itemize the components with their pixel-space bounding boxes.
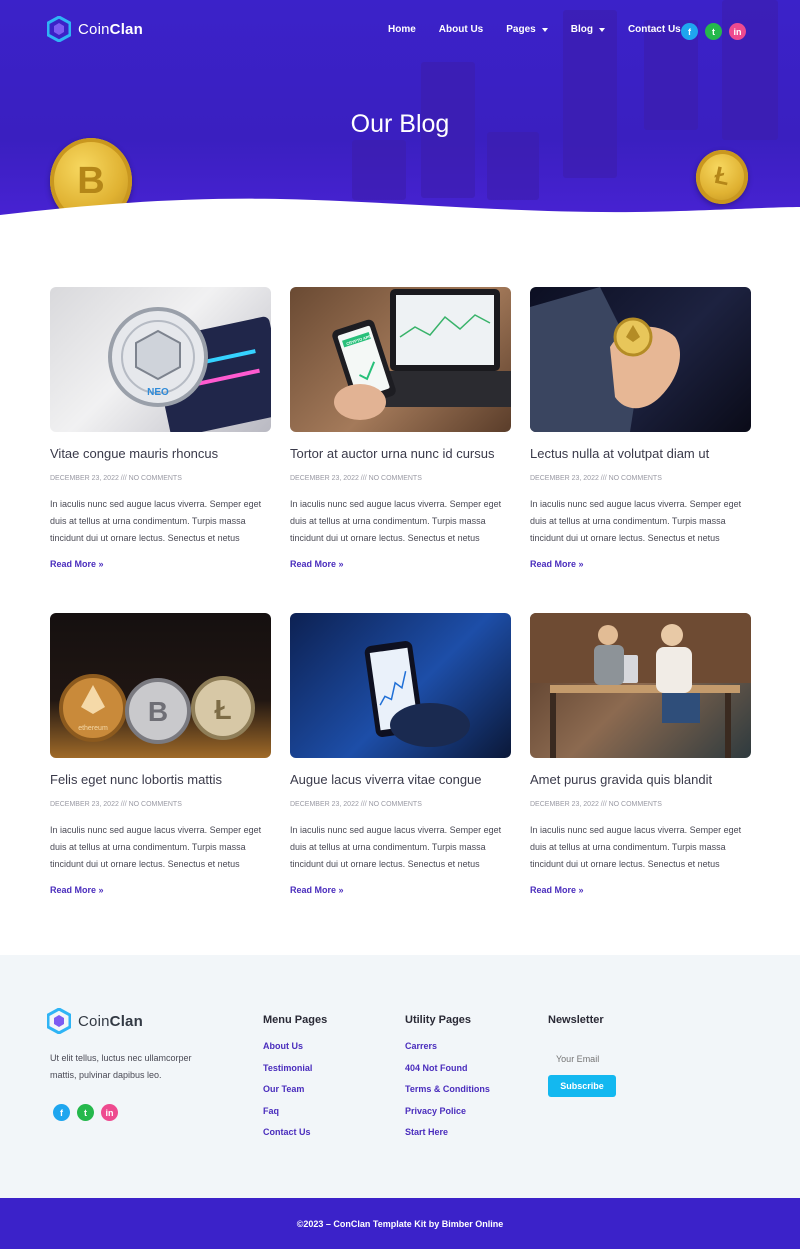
svg-text:B: B [148, 696, 168, 727]
post-thumbnail[interactable] [530, 287, 751, 432]
logo-text: CoinClan [78, 1012, 143, 1030]
post-meta: December 23, 2022 /// No Comments [530, 475, 662, 482]
logo-text: CoinClan [78, 20, 143, 38]
read-more-link[interactable]: Read More » [50, 559, 271, 569]
linkedin-icon[interactable]: in [101, 1104, 118, 1121]
copyright-bar: ©2023 – ConClan Template Kit by Bimber O… [0, 1198, 800, 1249]
twitter-icon[interactable]: t [705, 23, 722, 40]
footer-link-about[interactable]: About Us [263, 1041, 327, 1063]
footer-link-team[interactable]: Our Team [263, 1084, 327, 1106]
header-social: f t in [681, 23, 746, 40]
footer-menu-pages: Menu Pages About Us Testimonial Our Team… [263, 1014, 327, 1149]
post-meta: December 23, 2022 /// No Comments [290, 475, 422, 482]
footer-column-heading: Utility Pages [405, 1014, 472, 1026]
post-meta: December 23, 2022 /// No Comments [290, 801, 422, 808]
footer-link-404[interactable]: 404 Not Found [405, 1063, 490, 1085]
post-excerpt: In iaculis nunc sed augue lacus viverra.… [50, 499, 262, 543]
footer-utility-pages: Utility Pages Carrers 404 Not Found Term… [405, 1014, 490, 1149]
nav-about[interactable]: About Us [439, 24, 483, 35]
footer-link-start[interactable]: Start Here [405, 1127, 490, 1149]
nav-contact[interactable]: Contact Us [628, 24, 681, 35]
footer-about-text: Ut elit tellus, luctus nec ullamcorper m… [50, 1053, 192, 1080]
post-thumbnail[interactable] [530, 613, 751, 758]
chart-decoration [563, 10, 617, 178]
email-field[interactable] [548, 1049, 668, 1069]
read-more-link[interactable]: Read More » [290, 559, 511, 569]
main-nav: Home About Us Pages Blog Contact Us [388, 24, 704, 35]
linkedin-icon[interactable]: in [729, 23, 746, 40]
blog-post-card: ethereum B Ł Felis eget nunc lobortis ma… [50, 613, 271, 903]
svg-text:Ł: Ł [214, 694, 231, 725]
footer-link-faq[interactable]: Faq [263, 1106, 327, 1128]
copyright-text: ©2023 – ConClan Template Kit by Bimber O… [296, 1218, 504, 1229]
page-title: Our Blog [350, 110, 450, 138]
nav-home[interactable]: Home [388, 24, 416, 35]
read-more-link[interactable]: Read More » [290, 885, 511, 895]
post-excerpt: In iaculis nunc sed augue lacus viverra.… [50, 825, 262, 869]
chevron-down-icon [541, 27, 548, 32]
post-title[interactable]: Tortor at auctor urna nunc id cursus [290, 446, 511, 461]
post-thumbnail[interactable]: CRYPTO APP [290, 287, 511, 432]
blog-post-card: CRYPTO APP Tortor at auctor urna nunc id… [290, 287, 511, 577]
post-meta: December 23, 2022 /// No Comments [50, 475, 182, 482]
read-more-link[interactable]: Read More » [50, 885, 271, 895]
blog-post-card: Amet purus gravida quis blandit December… [530, 613, 751, 903]
hand-holding-coin-image [530, 287, 680, 432]
hexagon-logo-icon [47, 1008, 71, 1034]
blog-posts-grid: NEO Vitae congue mauris rhoncus December… [50, 287, 751, 903]
neo-coin-image: NEO [108, 307, 271, 432]
post-excerpt: In iaculis nunc sed augue lacus viverra.… [530, 825, 742, 869]
facebook-icon[interactable]: f [681, 23, 698, 40]
svg-text:NEO: NEO [147, 387, 169, 398]
post-excerpt: In iaculis nunc sed augue lacus viverra.… [290, 825, 502, 869]
nav-pages[interactable]: Pages [506, 24, 548, 35]
phone-trading-image [364, 641, 470, 747]
crypto-coins-image: ethereum B Ł [59, 674, 255, 744]
svg-text:ethereum: ethereum [78, 725, 108, 732]
blog-post-card: Lectus nulla at volutpat diam ut Decembe… [530, 287, 751, 577]
post-meta: December 23, 2022 /// No Comments [530, 801, 662, 808]
laptop-phone-image: CRYPTO APP [332, 289, 511, 420]
footer-link-contact[interactable]: Contact Us [263, 1127, 327, 1149]
footer-newsletter: Newsletter Subscribe [548, 1014, 668, 1097]
read-more-link[interactable]: Read More » [530, 885, 751, 895]
post-title[interactable]: Felis eget nunc lobortis mattis [50, 772, 271, 787]
post-thumbnail[interactable]: NEO [50, 287, 271, 432]
post-thumbnail[interactable] [290, 613, 511, 758]
footer-link-terms[interactable]: Terms & Conditions [405, 1084, 490, 1106]
site-footer: CoinClan Ut elit tellus, luctus nec ulla… [0, 955, 800, 1198]
blog-post-card: Augue lacus viverra vitae congue Decembe… [290, 613, 511, 903]
hexagon-logo-icon [47, 16, 71, 42]
wave-divider [0, 198, 800, 232]
post-meta: December 23, 2022 /// No Comments [50, 801, 182, 808]
footer-link-careers[interactable]: Carrers [405, 1041, 490, 1063]
footer-link-privacy[interactable]: Privacy Police [405, 1106, 490, 1128]
post-title[interactable]: Augue lacus viverra vitae congue [290, 772, 511, 787]
office-meeting-image [530, 613, 751, 758]
post-excerpt: In iaculis nunc sed augue lacus viverra.… [530, 499, 742, 543]
post-thumbnail[interactable]: ethereum B Ł [50, 613, 271, 758]
chart-decoration [352, 140, 406, 200]
nav-blog[interactable]: Blog [571, 24, 605, 35]
hero-banner: CoinClan Home About Us Pages Blog Contac… [0, 0, 800, 232]
chart-decoration [487, 132, 539, 200]
footer-link-testimonial[interactable]: Testimonial [263, 1063, 327, 1085]
post-title[interactable]: Lectus nulla at volutpat diam ut [530, 446, 751, 461]
footer-logo[interactable]: CoinClan [47, 1008, 143, 1034]
chevron-down-icon [598, 27, 605, 32]
subscribe-button[interactable]: Subscribe [548, 1075, 616, 1097]
facebook-icon[interactable]: f [53, 1104, 70, 1121]
footer-column-heading: Newsletter [548, 1014, 604, 1026]
blog-post-card: NEO Vitae congue mauris rhoncus December… [50, 287, 271, 577]
read-more-link[interactable]: Read More » [530, 559, 751, 569]
post-title[interactable]: Vitae congue mauris rhoncus [50, 446, 271, 461]
footer-column-heading: Menu Pages [263, 1014, 328, 1026]
post-excerpt: In iaculis nunc sed augue lacus viverra.… [290, 499, 502, 543]
twitter-icon[interactable]: t [77, 1104, 94, 1121]
post-title[interactable]: Amet purus gravida quis blandit [530, 772, 751, 787]
footer-social: f t in [53, 1104, 118, 1121]
site-logo[interactable]: CoinClan [47, 16, 143, 42]
